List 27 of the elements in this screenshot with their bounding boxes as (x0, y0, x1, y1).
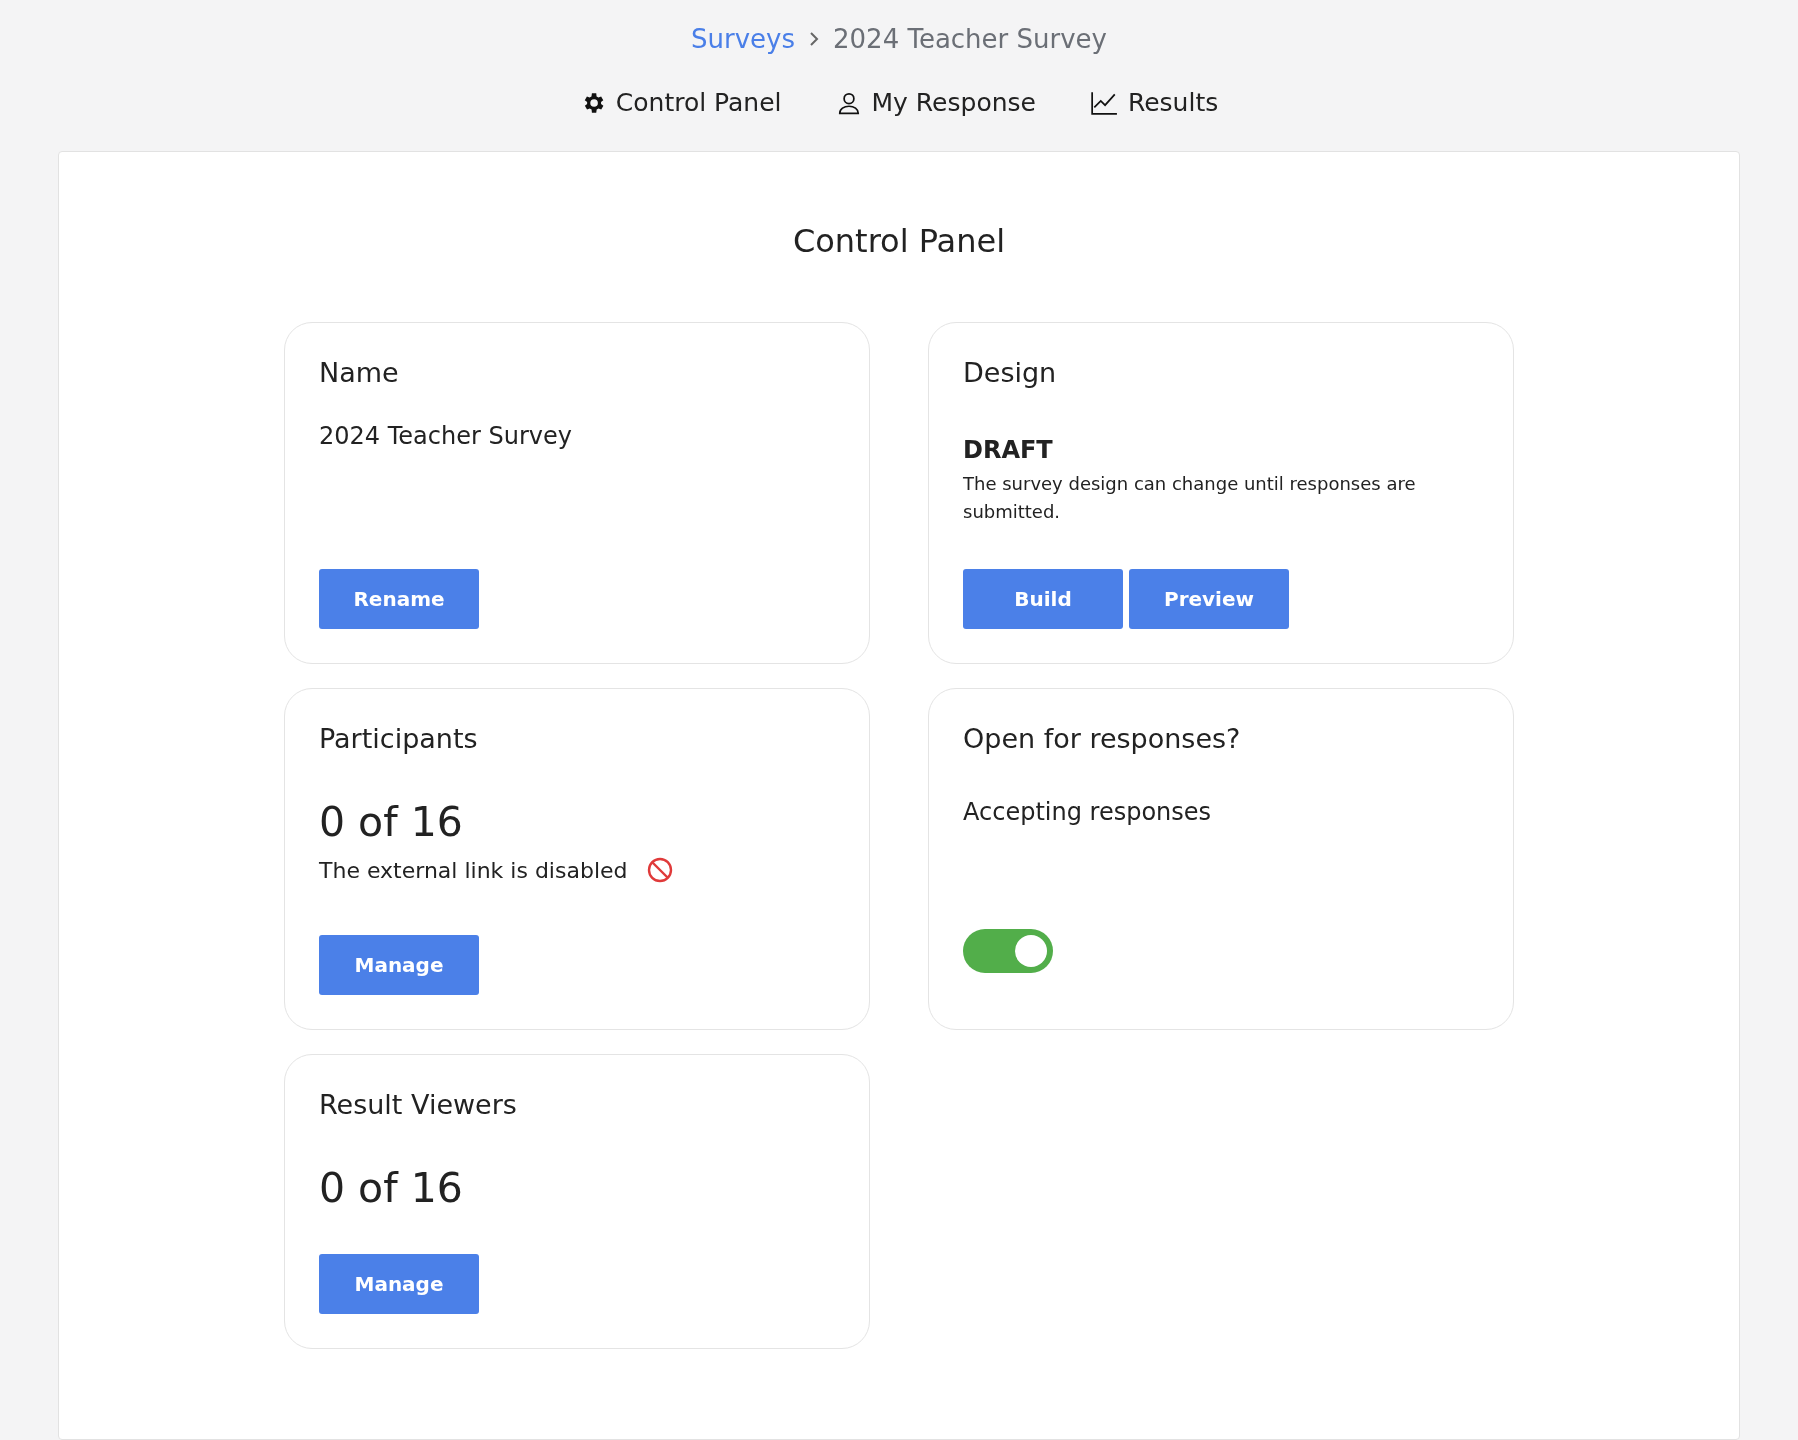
card-title: Result Viewers (319, 1089, 518, 1120)
action-button[interactable]: Manage (319, 935, 479, 995)
action-button[interactable]: Manage (319, 1254, 479, 1314)
nav-link[interactable]: Control Panel (579, 88, 782, 117)
status-label: DRAFT (963, 436, 1054, 464)
card-title: Open for responses? (963, 723, 1242, 754)
action-button[interactable]: Preview (1129, 569, 1289, 629)
card-title: Name (319, 357, 400, 388)
action-button[interactable]: Rename (319, 569, 479, 629)
count-text: 0 of 16 (319, 1164, 464, 1212)
line-chart-icon (1089, 89, 1118, 116)
nav-link[interactable]: Results (1089, 88, 1219, 117)
nav-link[interactable]: My Response (835, 88, 1036, 117)
survey-name: 2024 Teacher Survey (319, 422, 573, 450)
action-button[interactable]: Build (963, 569, 1123, 629)
page-title: Control Panel (792, 222, 1006, 260)
prohibited-icon (645, 856, 674, 884)
toggle-status-text: Accepting responses (963, 798, 1213, 826)
card-title: Participants (319, 723, 479, 754)
link-status-text: The external link is disabled (319, 857, 628, 883)
status-note: The survey design can change until responses are submitted. (963, 472, 1417, 524)
card-title: Design (963, 357, 1058, 388)
breadcrumb-current: 2024 Teacher Survey (833, 24, 1107, 54)
breadcrumb-link[interactable]: Surveys (691, 24, 795, 54)
toggle-switch[interactable] (963, 929, 1053, 973)
count-text: 0 of 16 (319, 798, 464, 846)
chevron-right-icon (809, 31, 819, 47)
